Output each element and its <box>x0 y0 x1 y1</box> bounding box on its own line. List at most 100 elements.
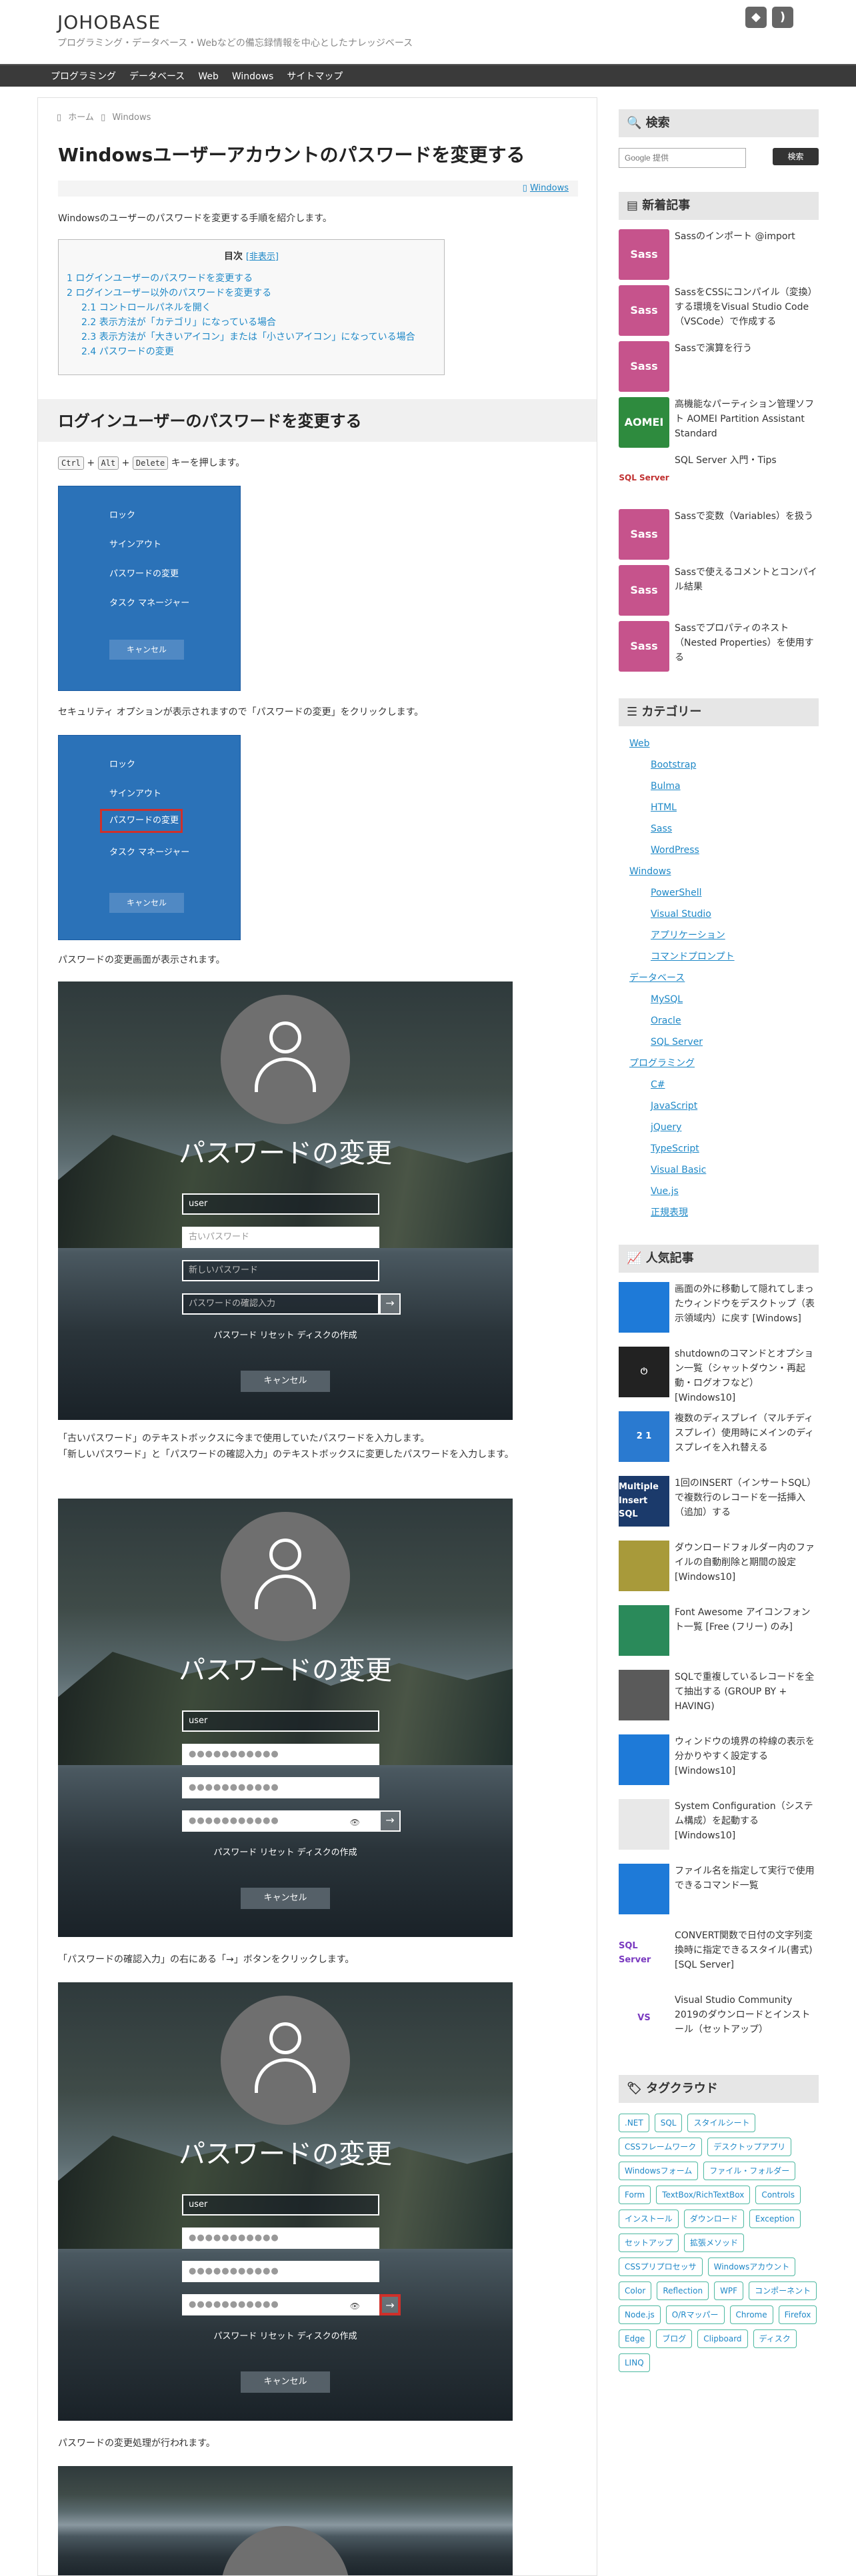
popular-item[interactable]: ウィンドウの境界の枠線の表示を分かりやすく設定する [Windows10] <box>619 1734 819 1799</box>
rss-icon[interactable]: ) <box>772 7 793 28</box>
article-thumbnail[interactable] <box>619 1605 669 1656</box>
category-link[interactable]: Visual Studio <box>629 904 819 925</box>
category-link[interactable]: 正規表現 <box>629 1202 819 1223</box>
tag-link[interactable]: セットアップ <box>619 2234 679 2252</box>
popular-item-title[interactable]: Visual Studio Community 2019のダウンロードとインスト… <box>675 1993 819 2037</box>
popular-item[interactable]: System Configuration（システム構成）を起動する [Windo… <box>619 1799 819 1864</box>
category-link[interactable]: Vue.js <box>629 1181 819 1202</box>
recent-item-title[interactable]: Sassのインポート @import <box>675 229 795 244</box>
popular-item[interactable]: ファイル名を指定して実行で使用できるコマンド一覧 <box>619 1864 819 1928</box>
category-link[interactable]: Oracle <box>629 1010 819 1031</box>
recent-item-title[interactable]: SQL Server 入門・Tips <box>675 453 777 468</box>
nav-item-web[interactable]: Web <box>191 65 225 87</box>
category-link[interactable]: HTML <box>629 797 819 818</box>
tag-link[interactable]: デスクトップアプリ <box>707 2138 792 2156</box>
category-link[interactable]: SQL Server <box>629 1031 819 1053</box>
site-title[interactable]: JOHOBASE <box>57 8 161 38</box>
tag-link[interactable]: Color <box>619 2281 652 2300</box>
article-thumbnail[interactable]: Sass <box>619 229 669 280</box>
tag-link[interactable]: ブログ <box>656 2329 693 2348</box>
toc-item[interactable]: 2.2 表示方法が「カテゴリ」になっている場合 <box>67 315 436 330</box>
tag-link[interactable]: Windowsフォーム <box>619 2162 699 2180</box>
tag-link[interactable]: Node.js <box>619 2305 661 2324</box>
nav-item-sitemap[interactable]: サイトマップ <box>280 65 349 87</box>
category-link[interactable]: jQuery <box>629 1117 819 1138</box>
tag-link[interactable]: Controls <box>755 2186 801 2204</box>
popular-item[interactable]: Font Awesome アイコンフォント一覧 [Free (フリー) のみ] <box>619 1605 819 1670</box>
recent-item[interactable]: Sass Sassで演算を行う <box>619 341 819 397</box>
breadcrumb-home[interactable]: ホーム <box>68 113 94 123</box>
popular-item-title[interactable]: System Configuration（システム構成）を起動する [Windo… <box>675 1799 819 1843</box>
recent-item[interactable]: Sass Sassのインポート @import <box>619 229 819 285</box>
category-link[interactable]: C# <box>629 1074 819 1095</box>
tag-link[interactable]: ディスク <box>753 2329 797 2348</box>
category-link[interactable]: MySQL <box>629 989 819 1010</box>
toc-item[interactable]: 2.1 コントロールパネルを開く <box>67 301 436 315</box>
category-link[interactable]: Windows <box>530 183 569 193</box>
recent-item-title[interactable]: Sassでプロパティのネスト（Nested Properties）を使用する <box>675 621 819 665</box>
recent-item-title[interactable]: Sassで変数（Variables）を扱う <box>675 509 813 524</box>
nav-item-windows[interactable]: Windows <box>225 65 281 87</box>
tag-link[interactable]: Chrome <box>729 2305 773 2324</box>
tag-link[interactable]: Reflection <box>657 2281 709 2300</box>
category-link[interactable]: データベース <box>629 967 819 989</box>
tag-link[interactable]: TextBox/RichTextBox <box>656 2186 751 2204</box>
tag-link[interactable]: Form <box>619 2186 651 2204</box>
article-thumbnail[interactable] <box>619 1670 669 1720</box>
popular-item-title[interactable]: 1回のINSERT（インサートSQL）で複数行のレコードを一括挿入（追加）する <box>675 1476 819 1520</box>
recent-item-title[interactable]: Sassで演算を行う <box>675 341 752 356</box>
tag-link[interactable]: WPF <box>714 2281 744 2300</box>
category-link[interactable]: PowerShell <box>629 882 819 904</box>
popular-item-title[interactable]: SQLで重複しているレコードを全て抽出する (GROUP BY + HAVING… <box>675 1670 819 1714</box>
category-link[interactable]: JavaScript <box>629 1095 819 1117</box>
popular-item[interactable]: 2 1 複数のディスプレイ（マルチディスプレイ）使用時にメインのディスプレイを入れ… <box>619 1411 819 1476</box>
article-thumbnail[interactable]: ⏻ <box>619 1347 669 1397</box>
toc-item[interactable]: 2.4 パスワードの変更 <box>67 344 436 359</box>
toc-toggle-link[interactable]: [非表示] <box>246 252 279 262</box>
popular-item[interactable]: ダウンロードフォルダー内のファイルの自動削除と期間の設定 [Windows10] <box>619 1541 819 1605</box>
tag-link[interactable]: スタイルシート <box>687 2114 756 2132</box>
tag-link[interactable]: LINQ <box>619 2353 650 2372</box>
category-link[interactable]: Bulma <box>629 776 819 797</box>
popular-item[interactable]: Multiple Insert SQL 1回のINSERT（インサートSQL）で複… <box>619 1476 819 1541</box>
recent-item[interactable]: Sass SassをCSSにコンパイル（変換）する環境をVisual Studio… <box>619 285 819 341</box>
tag-link[interactable]: CSSプリプロセッサ <box>619 2257 703 2276</box>
category-link[interactable]: アプリケーション <box>629 925 819 946</box>
category-link[interactable]: Visual Basic <box>629 1159 819 1181</box>
popular-item-title[interactable]: ウィンドウの境界の枠線の表示を分かりやすく設定する [Windows10] <box>675 1734 819 1778</box>
tag-link[interactable]: コンポーネント <box>749 2281 817 2300</box>
toc-item[interactable]: 2.3 表示方法が「大きいアイコン」または「小さいアイコン」になっている場合 <box>67 330 436 344</box>
article-thumbnail[interactable]: AOMEI <box>619 397 669 448</box>
category-link[interactable]: Sass <box>629 818 819 840</box>
toc-item[interactable]: 1 ログインユーザーのパスワードを変更する <box>67 271 436 286</box>
recent-item[interactable]: Sass Sassで変数（Variables）を扱う <box>619 509 819 565</box>
tag-link[interactable]: Windowsアカウント <box>707 2257 796 2276</box>
tag-link[interactable]: 拡張メソッド <box>684 2234 745 2252</box>
popular-item-title[interactable]: Font Awesome アイコンフォント一覧 [Free (フリー) のみ] <box>675 1605 819 1634</box>
popular-item[interactable]: VS Visual Studio Community 2019のダウンロードとイン… <box>619 1993 819 2058</box>
nav-item-database[interactable]: データベース <box>123 65 191 87</box>
toc-item[interactable]: 2 ログインユーザー以外のパスワードを変更する <box>67 286 436 301</box>
article-thumbnail[interactable]: 2 1 <box>619 1411 669 1462</box>
article-thumbnail[interactable]: Sass <box>619 341 669 392</box>
tag-link[interactable]: O/Rマッパー <box>665 2305 725 2324</box>
article-thumbnail[interactable] <box>619 1282 669 1333</box>
recent-item-title[interactable]: Sassで使えるコメントとコンパイル結果 <box>675 565 819 594</box>
category-link[interactable]: Web <box>629 733 819 754</box>
popular-item-title[interactable]: 複数のディスプレイ（マルチディスプレイ）使用時にメインのディスプレイを入れ替える <box>675 1411 819 1455</box>
article-thumbnail[interactable]: SQL Server <box>619 453 669 504</box>
article-thumbnail[interactable]: Sass <box>619 285 669 336</box>
tag-link[interactable]: インストール <box>619 2210 679 2228</box>
popular-item-title[interactable]: ファイル名を指定して実行で使用できるコマンド一覧 <box>675 1864 819 1893</box>
recent-item[interactable]: Sass Sassで使えるコメントとコンパイル結果 <box>619 565 819 621</box>
tag-link[interactable]: .NET <box>619 2114 649 2132</box>
category-link[interactable]: プログラミング <box>629 1053 819 1074</box>
article-thumbnail[interactable]: VS <box>619 1993 669 2044</box>
nav-item-programming[interactable]: プログラミング <box>44 65 123 87</box>
category-link[interactable]: WordPress <box>629 840 819 861</box>
tag-link[interactable]: Edge <box>619 2329 651 2348</box>
recent-item[interactable]: Sass Sassでプロパティのネスト（Nested Properties）を使用… <box>619 621 819 677</box>
article-thumbnail[interactable] <box>619 1864 669 1914</box>
tag-link[interactable]: Firefox <box>778 2305 817 2324</box>
feedly-icon[interactable]: ◆ <box>745 7 767 28</box>
